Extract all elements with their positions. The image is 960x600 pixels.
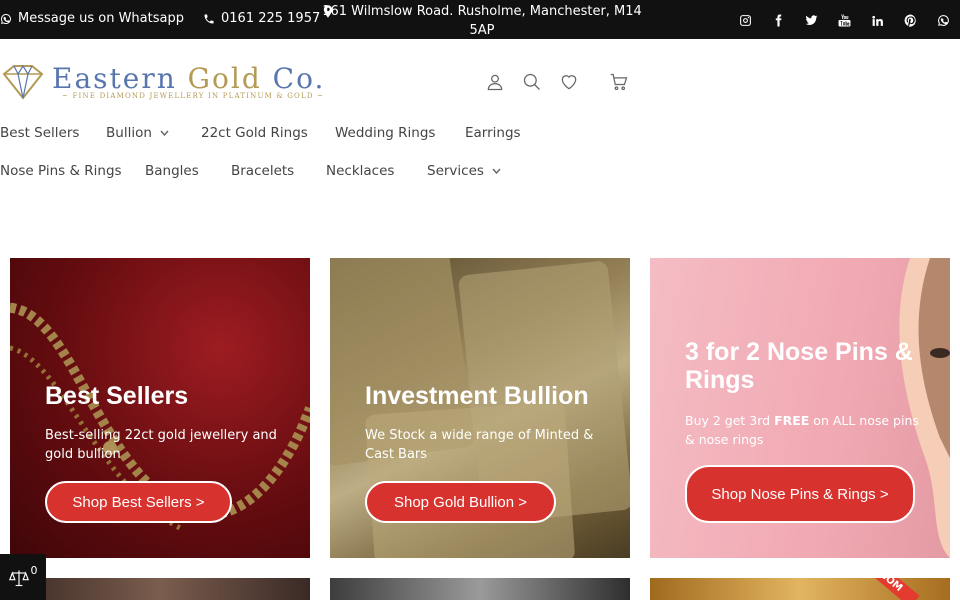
shop-best-sellers-button[interactable]: Shop Best Sellers > [45, 481, 232, 523]
shop-gold-bullion-button[interactable]: Shop Gold Bullion > [365, 481, 556, 523]
compare-count: 0 [30, 564, 38, 577]
cart-icon[interactable] [600, 71, 637, 93]
main-nav-row-1: Best Sellers Bullion 22ct Gold Rings Wed… [0, 125, 521, 141]
nav-label: 22ct Gold Rings [201, 125, 308, 141]
main-nav-row-2: Nose Pins & Rings Bangles Bracelets Neck… [0, 163, 501, 179]
header-actions [476, 71, 637, 93]
nav-bullion[interactable]: Bullion [106, 125, 201, 141]
card-title: Best Sellers [45, 382, 189, 410]
shop-nose-pins-button[interactable]: Shop Nose Pins & Rings > [685, 465, 915, 523]
nav-label: Bangles [145, 163, 199, 179]
nav-label: Services [427, 163, 484, 179]
nav-label: Necklaces [326, 163, 395, 179]
compare-button[interactable]: 0 [0, 554, 46, 600]
logo-wordmark: Eastern Gold Co. [52, 62, 325, 95]
whatsapp-label: Message us on Whatsapp [18, 11, 184, 26]
nav-label: Nose Pins & Rings [0, 163, 122, 179]
card-description: We Stock a wide range of Minted & Cast B… [365, 428, 594, 462]
nav-bracelets[interactable]: Bracelets [231, 163, 326, 179]
nav-services[interactable]: Services [427, 163, 501, 179]
pinterest-icon[interactable] [894, 12, 927, 28]
promo-card-row2-1[interactable] [10, 578, 310, 600]
instagram-icon[interactable] [729, 12, 762, 28]
phone-number: 0161 225 1957 [221, 11, 321, 26]
card-title: Investment Bullion [365, 382, 589, 410]
phone-link[interactable]: 0161 225 1957 [203, 11, 320, 26]
nav-label: Bracelets [231, 163, 295, 179]
address-text: 161 Wilmslow Road. Rusholme, Manchester,… [322, 4, 642, 38]
nav-label: Bullion [106, 125, 152, 141]
nav-best-sellers[interactable]: Best Sellers [0, 125, 106, 141]
scales-icon [8, 570, 29, 587]
store-address: 161 Wilmslow Road. Rusholme, Manchester,… [322, 2, 642, 40]
promo-card-nose-pins[interactable]: 3 for 2 Nose Pins & Rings Buy 2 get 3rd … [650, 258, 950, 558]
promo-card-best-sellers[interactable]: Best Sellers Best-selling 22ct gold jewe… [10, 258, 310, 558]
youtube-icon[interactable] [828, 12, 861, 28]
nav-label: Best Sellers [0, 125, 80, 141]
corner-ribbon: COM [862, 578, 920, 600]
whatsapp-link[interactable]: Message us on Whatsapp [0, 11, 184, 26]
phone-icon [204, 14, 214, 23]
nav-label: Earrings [465, 125, 521, 141]
diamond-logo-icon [2, 64, 44, 100]
promo-card-bullion[interactable]: Investment Bullion We Stock a wide range… [330, 258, 630, 558]
logo-word-eastern: Eastern [52, 62, 188, 95]
top-bar: Message us on Whatsapp 0161 225 1957 161… [0, 0, 960, 39]
nav-bangles[interactable]: Bangles [145, 163, 231, 179]
search-icon[interactable] [513, 71, 550, 93]
logo-word-co: Co. [261, 62, 326, 95]
promo-card-row2-3[interactable]: COM [650, 578, 950, 600]
map-pin-icon [322, 5, 334, 18]
account-icon[interactable] [476, 71, 513, 93]
nav-label: Wedding Rings [335, 125, 436, 141]
nav-earrings[interactable]: Earrings [465, 125, 521, 141]
nav-22ct-gold-rings[interactable]: 22ct Gold Rings [201, 125, 335, 141]
wishlist-heart-icon[interactable] [550, 71, 587, 93]
chevron-down-icon [160, 130, 169, 136]
linkedin-icon[interactable] [861, 12, 894, 28]
promo-card-row2-2[interactable] [330, 578, 630, 600]
logo-tagline: ~ FINE DIAMOND JEWELLERY IN PLATINUM & G… [62, 92, 325, 100]
card-title: 3 for 2 Nose Pins & Rings [685, 338, 913, 394]
card-description: Best-selling 22ct gold jewellery and gol… [45, 428, 277, 462]
logo-word-gold: Gold [187, 62, 262, 95]
nav-necklaces[interactable]: Necklaces [326, 163, 427, 179]
nav-wedding-rings[interactable]: Wedding Rings [335, 125, 465, 141]
desc-text: Buy 2 get 3rd [685, 413, 775, 428]
whatsapp-social-icon[interactable] [927, 12, 960, 28]
twitter-icon[interactable] [795, 12, 828, 28]
chevron-down-icon [492, 168, 501, 174]
nav-nose-pins-rings[interactable]: Nose Pins & Rings [0, 163, 145, 179]
social-links [729, 12, 960, 28]
whatsapp-icon [1, 13, 11, 24]
card-description: Buy 2 get 3rd FREE on ALL nose pins & no… [685, 411, 925, 449]
facebook-icon[interactable] [762, 12, 795, 28]
site-logo[interactable]: Eastern Gold Co. ~ FINE DIAMOND JEWELLER… [0, 58, 323, 108]
desc-free-highlight: FREE [774, 413, 810, 428]
